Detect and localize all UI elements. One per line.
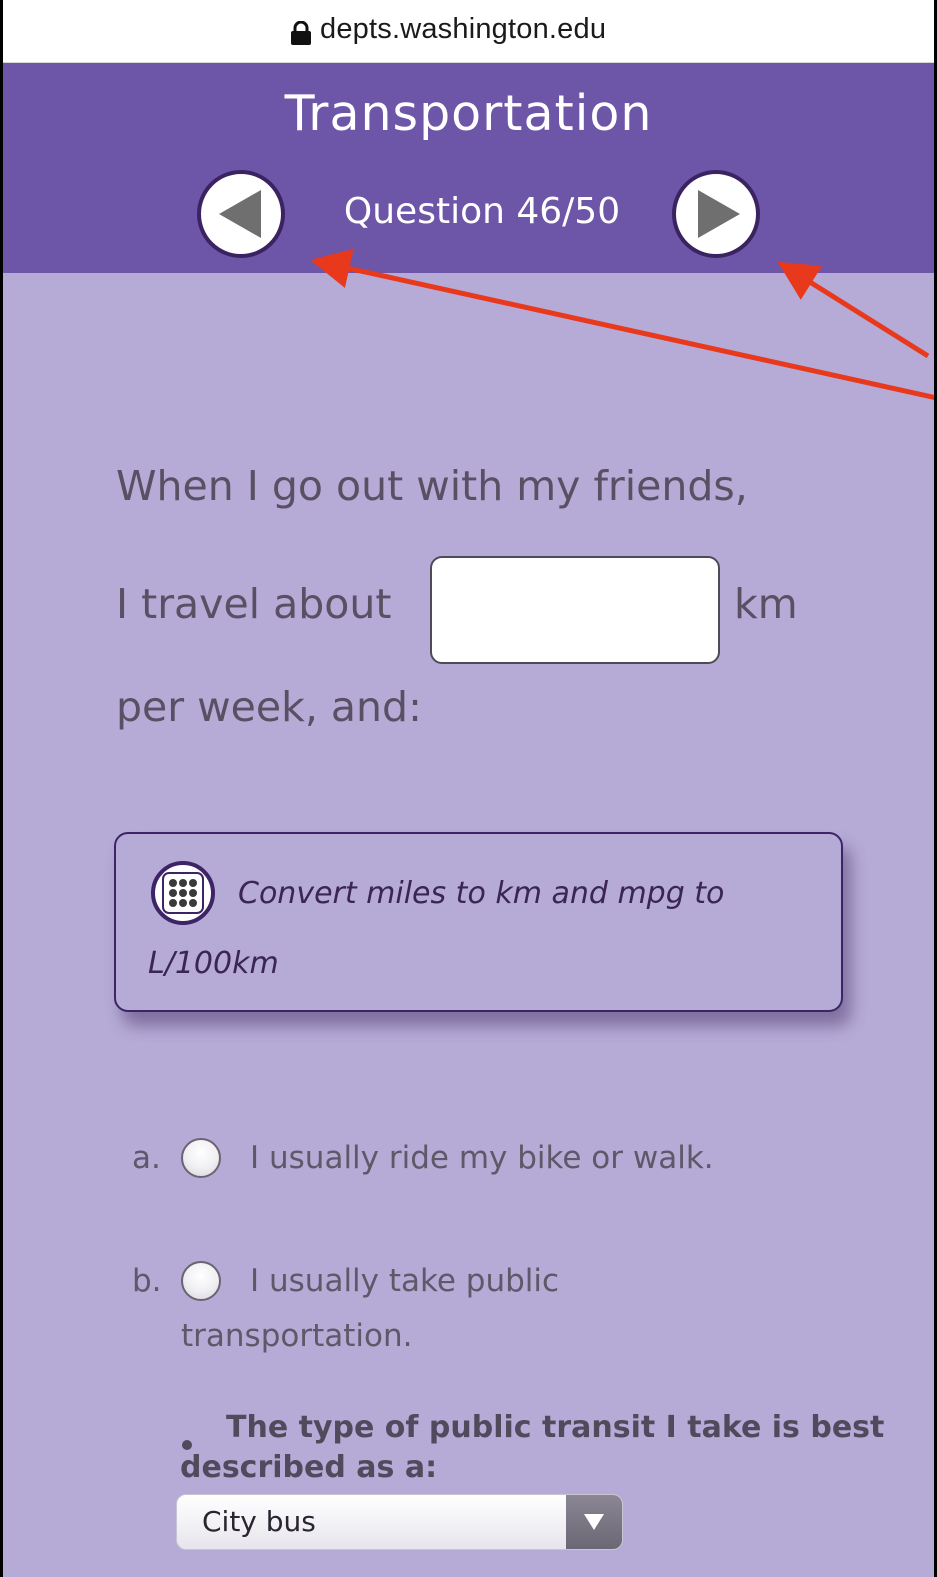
annotation-arrow-left: [310, 248, 937, 401]
annotation-arrows: [310, 248, 937, 401]
annotation-arrow-right: [777, 261, 930, 359]
